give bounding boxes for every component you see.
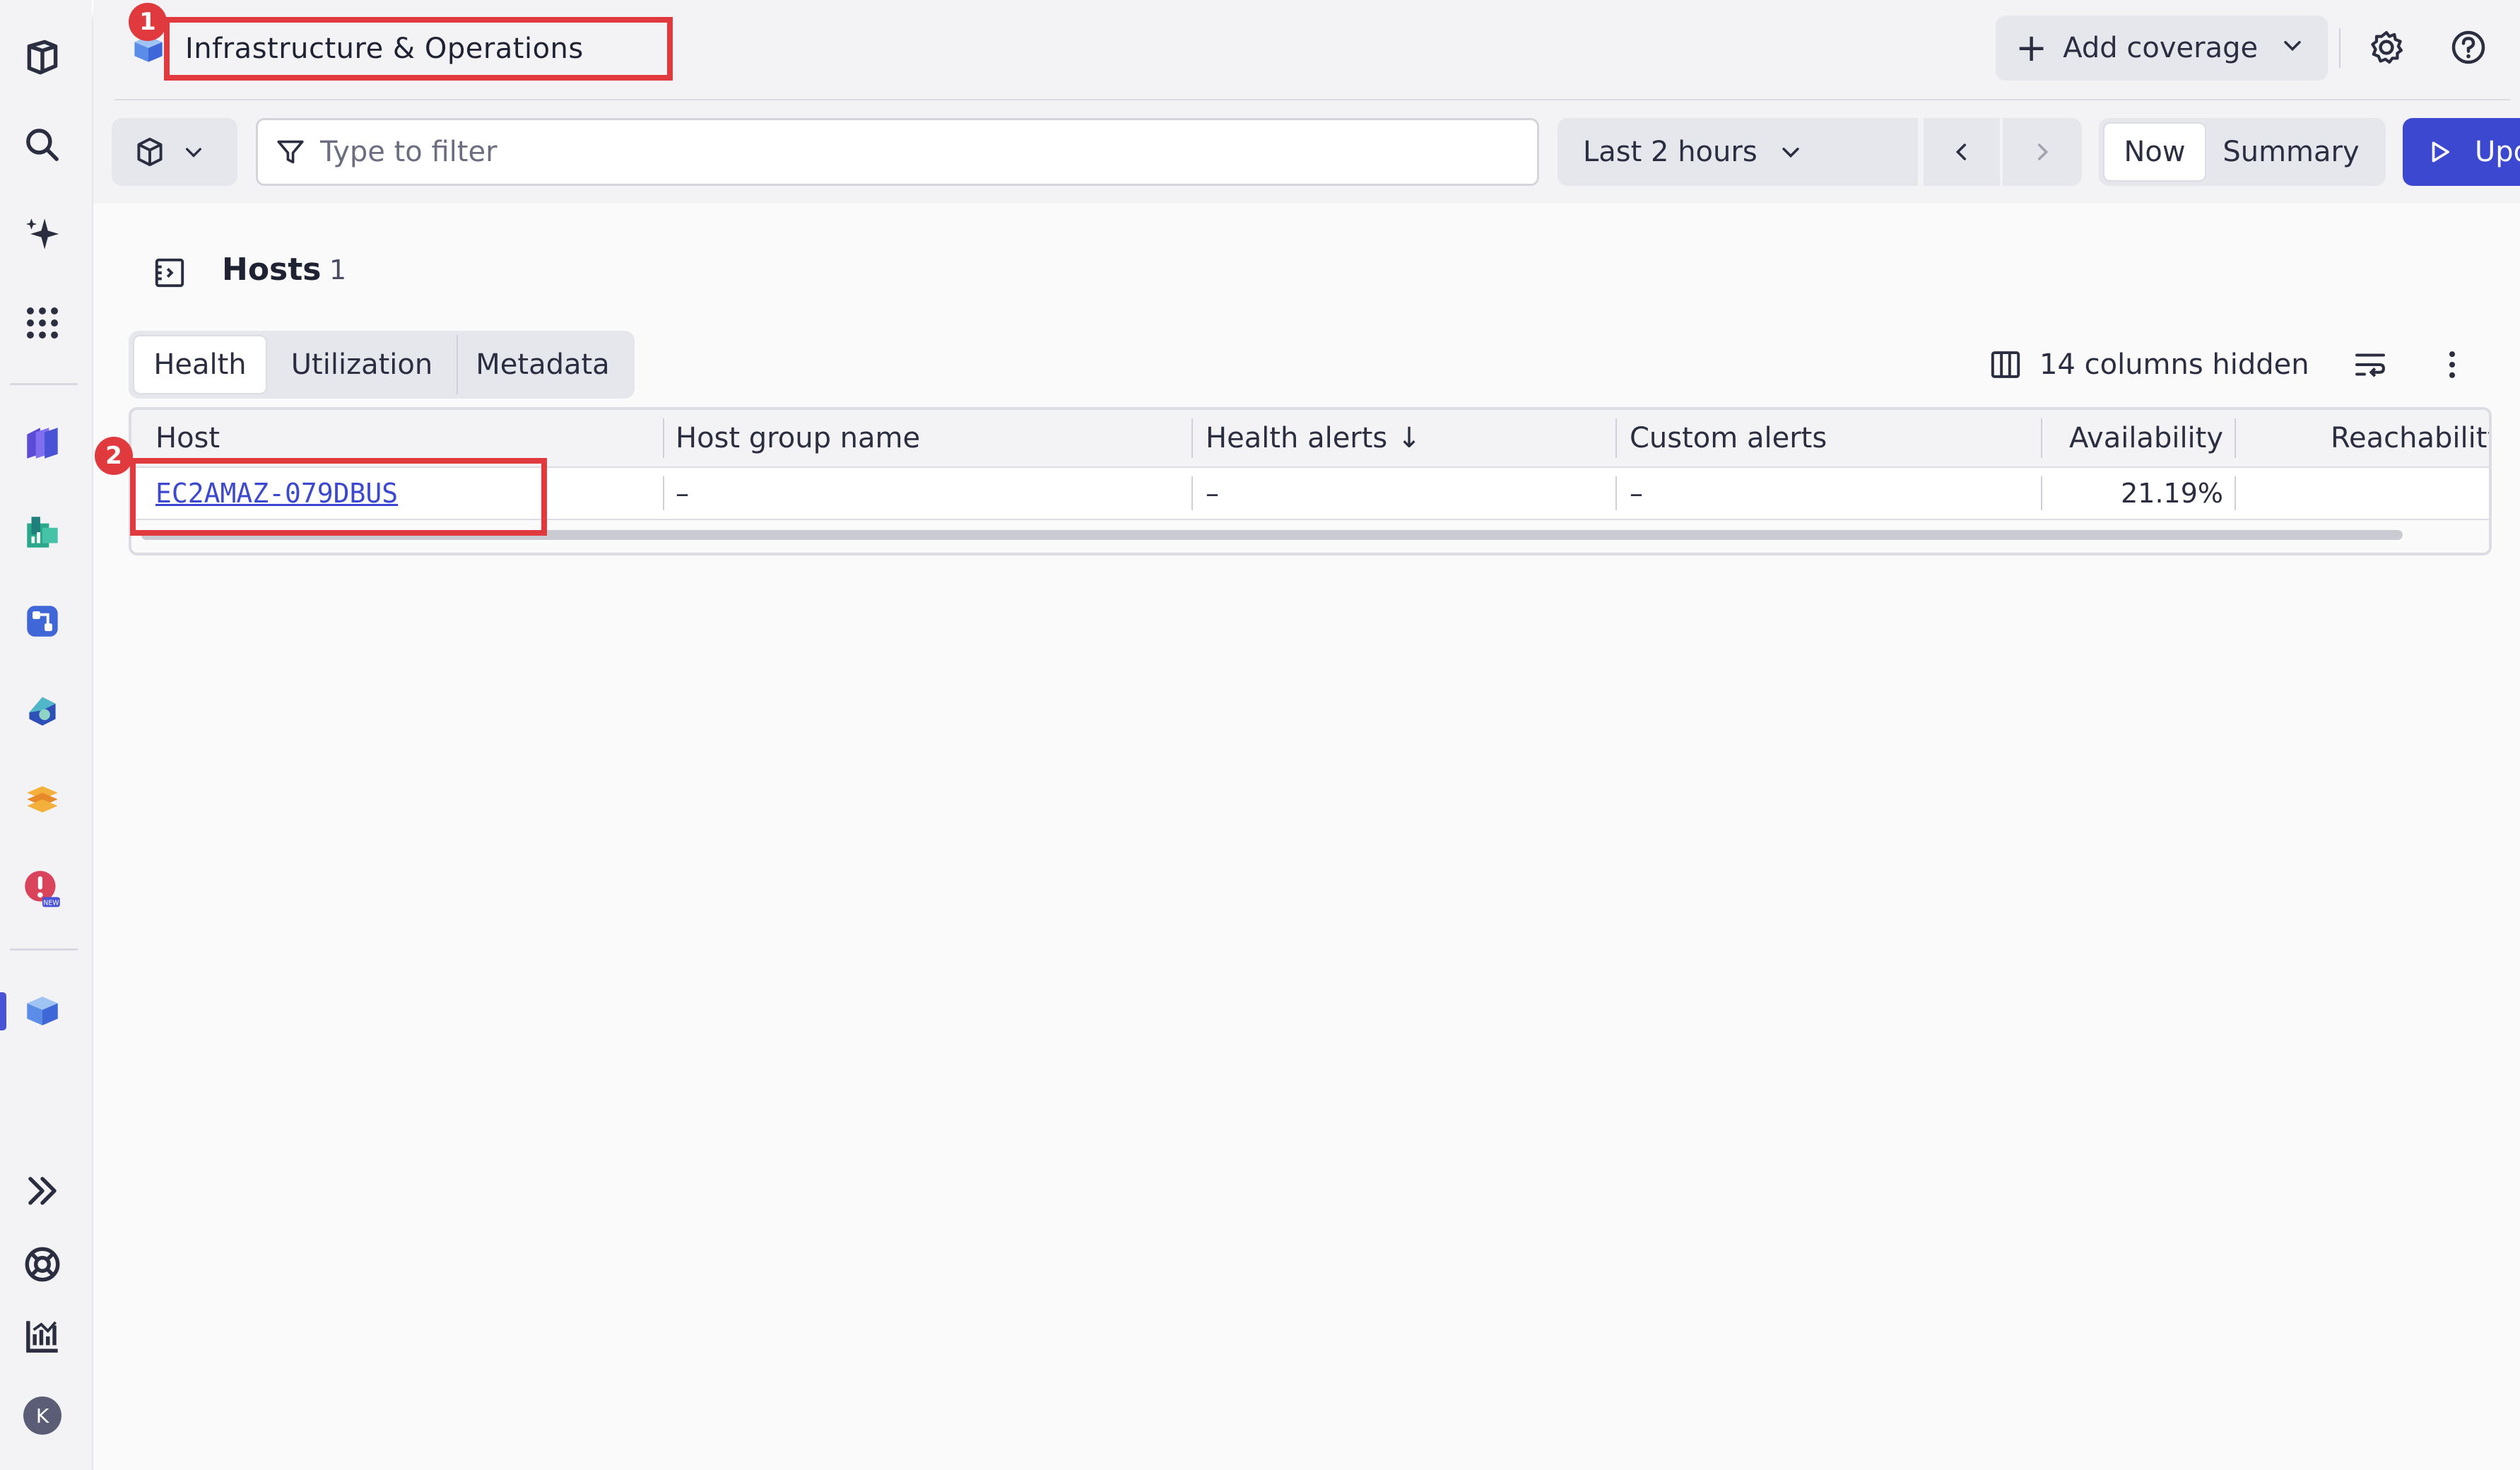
apps-grid-icon[interactable] — [18, 298, 67, 348]
play-icon — [2432, 141, 2449, 163]
add-coverage-label: Add coverage — [2063, 32, 2259, 64]
help-support-icon[interactable] — [18, 1240, 67, 1289]
cell-divider — [2041, 476, 2042, 510]
problems-app-icon[interactable]: NEW — [18, 864, 67, 913]
column-header-reachability[interactable]: Reachability — [2331, 410, 2489, 466]
avatar-initial: K — [23, 1396, 61, 1435]
column-divider[interactable] — [663, 418, 664, 458]
infrastructure-app-icon[interactable] — [18, 985, 67, 1035]
filter-icon — [277, 140, 304, 164]
view-mode-toggle: Now Summary — [2099, 118, 2386, 186]
health-alerts-cell: – — [1206, 478, 1219, 509]
chevron-down-icon — [1782, 147, 1799, 158]
cube-icon — [137, 137, 163, 167]
chevron-down-icon — [186, 148, 201, 158]
filter-input[interactable] — [320, 136, 1451, 168]
timeframe-previous-button[interactable] — [1924, 118, 2000, 186]
sort-descending-icon: ↓ — [1397, 422, 1421, 454]
column-header-custom-alerts[interactable]: Custom alerts — [1630, 410, 1827, 466]
cell-divider — [2235, 476, 2236, 510]
active-indicator — [0, 992, 6, 1030]
host-group-cell: – — [676, 478, 689, 509]
now-toggle[interactable]: Now — [2103, 122, 2206, 182]
more-options-button[interactable] — [2430, 342, 2475, 387]
column-divider[interactable] — [1191, 418, 1193, 458]
help-icon — [2451, 30, 2485, 64]
column-divider[interactable] — [1615, 418, 1617, 458]
rail-divider — [10, 383, 78, 385]
notebooks-app-icon[interactable] — [18, 507, 67, 557]
left-nav-rail: NEW K — [0, 0, 92, 1470]
filter-field[interactable] — [256, 118, 1539, 186]
main-content: Infrastructure & Operations 1 + Add cove… — [92, 0, 2520, 1470]
dashboards-app-icon[interactable] — [18, 418, 67, 468]
columns-hidden-label: 14 columns hidden — [2039, 348, 2309, 381]
app-title-text: Infrastructure & Operations — [185, 33, 584, 65]
add-coverage-button[interactable]: + Add coverage — [1996, 16, 2328, 81]
sparkle-icon[interactable] — [18, 209, 67, 259]
cell-divider — [663, 476, 664, 510]
rail-divider — [10, 948, 78, 951]
collapse-panel-icon[interactable] — [150, 253, 189, 293]
tab-metadata[interactable]: Metadata — [458, 335, 628, 394]
annotation-highlight-2 — [130, 458, 547, 536]
clouds-app-icon[interactable] — [18, 686, 67, 735]
columns-icon — [1991, 351, 2020, 378]
app-title: Infrastructure & Operations — [164, 17, 673, 81]
column-divider[interactable] — [2235, 418, 2236, 458]
header-separator — [2339, 28, 2341, 68]
svg-text:NEW: NEW — [43, 899, 59, 907]
view-tabs: Health Utilization Metadata — [129, 331, 635, 399]
chevron-down-icon — [2280, 32, 2304, 64]
entity-type-selector[interactable] — [112, 118, 237, 186]
timeframe-selector[interactable]: Last 2 hours — [1558, 118, 1918, 186]
section-title: Hosts — [222, 252, 322, 288]
annotation-badge-1: 1 — [129, 3, 167, 41]
annotation-badge-2: 2 — [95, 437, 133, 475]
update-label: Update — [2475, 136, 2520, 168]
update-button[interactable]: Update — [2403, 118, 2520, 186]
gear-icon — [2371, 30, 2403, 64]
tab-utilization[interactable]: Utilization — [267, 335, 458, 394]
availability-cell: 21.19% — [2121, 478, 2223, 509]
chevron-right-icon — [2037, 143, 2049, 160]
app-window: NEW K Infrastructure & Operations 1 + Ad… — [0, 0, 2520, 1470]
timeframe-label: Last 2 hours — [1583, 136, 1757, 168]
expand-rail-icon[interactable] — [18, 1166, 67, 1216]
user-avatar[interactable]: K — [18, 1391, 67, 1440]
health-alerts-label: Health alerts — [1206, 422, 1388, 454]
settings-button[interactable] — [2360, 21, 2413, 74]
custom-alerts-cell: – — [1630, 478, 1643, 509]
column-header-health-alerts[interactable]: Health alerts ↓ — [1206, 410, 1421, 466]
column-divider[interactable] — [2041, 418, 2042, 458]
search-icon[interactable] — [18, 120, 67, 170]
help-button[interactable] — [2442, 21, 2495, 74]
analytics-icon[interactable] — [18, 1312, 67, 1361]
chevron-left-icon — [1955, 143, 1967, 160]
timeframe-next-button[interactable] — [2003, 118, 2082, 186]
column-header-host-group-name[interactable]: Host group name — [676, 410, 920, 466]
tab-health[interactable]: Health — [133, 335, 267, 394]
plus-icon: + — [2015, 25, 2048, 70]
section-count: 1 — [329, 254, 347, 286]
text-wrap-icon — [2355, 353, 2385, 377]
workflows-app-icon[interactable] — [18, 596, 67, 646]
cell-divider — [1615, 476, 1617, 510]
logs-app-icon[interactable] — [18, 775, 67, 824]
line-wrap-button[interactable] — [2348, 342, 2393, 387]
summary-toggle[interactable]: Summary — [2206, 122, 2376, 182]
cell-divider — [1191, 476, 1193, 510]
dynatrace-logo-icon[interactable] — [18, 33, 67, 82]
column-header-availability[interactable]: Availability — [2069, 410, 2223, 466]
more-vertical-icon — [2449, 351, 2456, 378]
columns-hidden-button[interactable]: 14 columns hidden — [1987, 341, 2309, 389]
